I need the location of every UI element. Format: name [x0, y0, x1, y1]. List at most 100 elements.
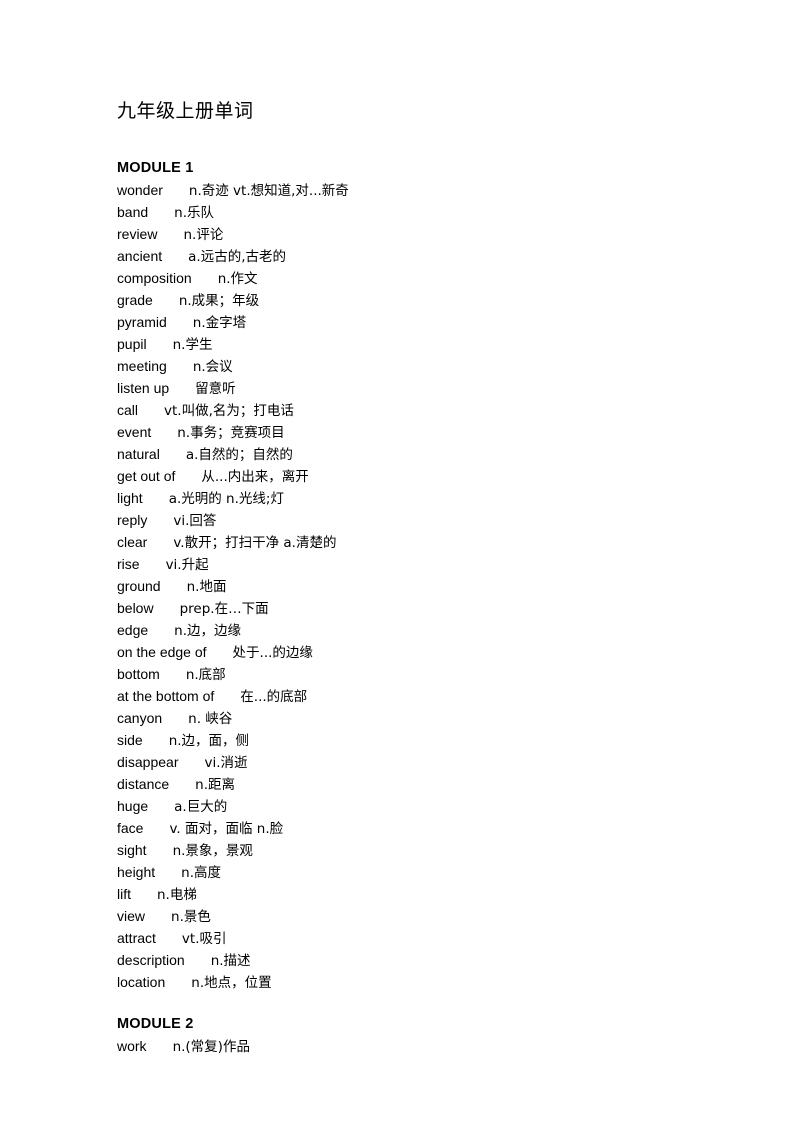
entry-word: distance [117, 776, 170, 792]
entry-definition: n.乐队 [174, 205, 215, 221]
entry-definition: vi.消逝 [204, 755, 248, 771]
entry-word: description [117, 952, 185, 968]
entry-word: rise [117, 556, 140, 572]
vocabulary-entry: huge a.巨大的 [117, 796, 717, 818]
entry-definition: a.自然的；自然的 [185, 447, 293, 463]
vocabulary-entry: at the bottom of 在...的底部 [117, 686, 717, 708]
document-content: 九年级上册单词 MODULE 1 wonder n.奇迹 vt.想知道,对...新奇… [117, 98, 717, 1058]
page-title: 九年级上册单词 [117, 100, 254, 122]
entry-definition: n.高度 [181, 865, 222, 881]
vocabulary-entry: grade n.成果；年级 [117, 290, 717, 312]
entry-word: grade [117, 292, 153, 308]
vocabulary-entry: pupil n.学生 [117, 334, 717, 356]
entry-definition: v.散开；打扫干净 a.清楚的 [173, 535, 337, 551]
entry-word: side [117, 732, 143, 748]
entry-definition: n.电梯 [157, 887, 197, 903]
entry-definition: 处于...的边缘 [232, 645, 313, 661]
entry-word: attract [117, 930, 156, 946]
vocabulary-entry: listen up 留意听 [117, 378, 717, 400]
vocabulary-entry: location n.地点，位置 [117, 972, 717, 994]
entry-definition: vi.回答 [173, 513, 217, 529]
entry-definition: n.边，边缘 [174, 623, 242, 639]
entry-word: reply [117, 512, 148, 528]
entry-definition: n.事务；竞赛项目 [177, 425, 285, 441]
entry-word: below [117, 600, 154, 616]
vocabulary-entry: band n.乐队 [117, 202, 717, 224]
entry-word: clear [117, 534, 148, 550]
vocabulary-entry: canyon n. 峡谷 [117, 708, 717, 730]
entry-word: lift [117, 886, 131, 902]
document-page: 九年级上册单词 MODULE 1 wonder n.奇迹 vt.想知道,对...新奇… [0, 0, 793, 1122]
entry-word: composition [117, 270, 192, 286]
entry-definition: n.评论 [183, 227, 224, 243]
entry-definition: a.光明的 n.光线;灯 [168, 491, 284, 507]
vocabulary-entry: ancient a.远古的,古老的 [117, 246, 717, 268]
vocabulary-entry: view n.景色 [117, 906, 717, 928]
vocabulary-entry: side n.边，面，侧 [117, 730, 717, 752]
entry-definition: vt.吸引 [181, 931, 227, 947]
entry-word: ancient [117, 248, 163, 264]
vocabulary-entry: on the edge of 处于...的边缘 [117, 642, 717, 664]
vocabulary-entry: ground n.地面 [117, 576, 717, 598]
entry-word: listen up [117, 380, 170, 396]
vocabulary-entry: review n.评论 [117, 224, 717, 246]
entry-definition: 留意听 [195, 381, 236, 397]
entry-definition: prep.在…下面 [179, 601, 269, 617]
entry-word: sight [117, 842, 147, 858]
vocabulary-entry: clear v.散开；打扫干净 a.清楚的 [117, 532, 717, 554]
entry-definition: n.作文 [217, 271, 258, 287]
module-section: MODULE 1 wonder n.奇迹 vt.想知道,对...新奇 band n.乐队… [117, 158, 717, 994]
entry-word: get out of [117, 468, 176, 484]
vocabulary-entry: sight n.景象，景观 [117, 840, 717, 862]
vocabulary-entry: bottom n.底部 [117, 664, 717, 686]
entry-definition: n.底部 [185, 667, 226, 683]
entry-definition: a.远古的,古老的 [188, 249, 287, 265]
entry-word: on the edge of [117, 644, 207, 660]
entry-definition: n.学生 [172, 337, 213, 353]
entry-definition: n.金字塔 [192, 315, 247, 331]
entry-definition: 在...的底部 [240, 689, 308, 705]
vocabulary-entry: lift n.电梯 [117, 884, 717, 906]
vocabulary-entry: wonder n.奇迹 vt.想知道,对...新奇 [117, 180, 717, 202]
entry-word: ground [117, 578, 161, 594]
entry-word: work [117, 1038, 147, 1054]
entry-word: review [117, 226, 158, 242]
entry-word: huge [117, 798, 149, 814]
entry-definition: n.会议 [192, 359, 233, 375]
vocabulary-entry: pyramid n.金字塔 [117, 312, 717, 334]
module-heading: MODULE 2 [117, 1016, 194, 1032]
module-section: MODULE 2 work n.(常复)作品 [117, 1014, 717, 1058]
vocabulary-entry: composition n.作文 [117, 268, 717, 290]
entry-word: call [117, 402, 139, 418]
vocabulary-entry: call vt.叫做,名为；打电话 [117, 400, 717, 422]
vocabulary-entry: edge n.边，边缘 [117, 620, 717, 642]
vocabulary-entry: event n.事务；竞赛项目 [117, 422, 717, 444]
vocabulary-entry: attract vt.吸引 [117, 928, 717, 950]
vocabulary-entry: natural a.自然的；自然的 [117, 444, 717, 466]
entry-definition: n.奇迹 vt.想知道,对...新奇 [188, 183, 349, 199]
entry-definition: n.描述 [210, 953, 251, 969]
vocabulary-entry: meeting n.会议 [117, 356, 717, 378]
vocabulary-entry: rise vi.升起 [117, 554, 717, 576]
entry-word: event [117, 424, 152, 440]
entry-word: face [117, 820, 144, 836]
entry-definition: n. 峡谷 [188, 711, 233, 727]
entry-word: pupil [117, 336, 147, 352]
entry-definition: n.景象，景观 [172, 843, 253, 859]
vocabulary-entry: description n.描述 [117, 950, 717, 972]
entry-word: light [117, 490, 143, 506]
entry-definition: v. 面对，面临 n.脸 [169, 821, 284, 837]
entry-word: band [117, 204, 149, 220]
entry-word: natural [117, 446, 160, 462]
entry-definition: 从...内出来，离开 [201, 469, 309, 485]
vocabulary-entry: disappear vi.消逝 [117, 752, 717, 774]
entry-word: at the bottom of [117, 688, 215, 704]
entry-word: bottom [117, 666, 160, 682]
entry-word: view [117, 908, 146, 924]
entry-definition: n.(常复)作品 [172, 1039, 250, 1055]
entry-definition: vt.叫做,名为；打电话 [164, 403, 294, 419]
entry-definition: n.地点，位置 [191, 975, 272, 991]
entry-word: canyon [117, 710, 163, 726]
entry-definition: n.地面 [186, 579, 227, 595]
vocabulary-entry: height n.高度 [117, 862, 717, 884]
